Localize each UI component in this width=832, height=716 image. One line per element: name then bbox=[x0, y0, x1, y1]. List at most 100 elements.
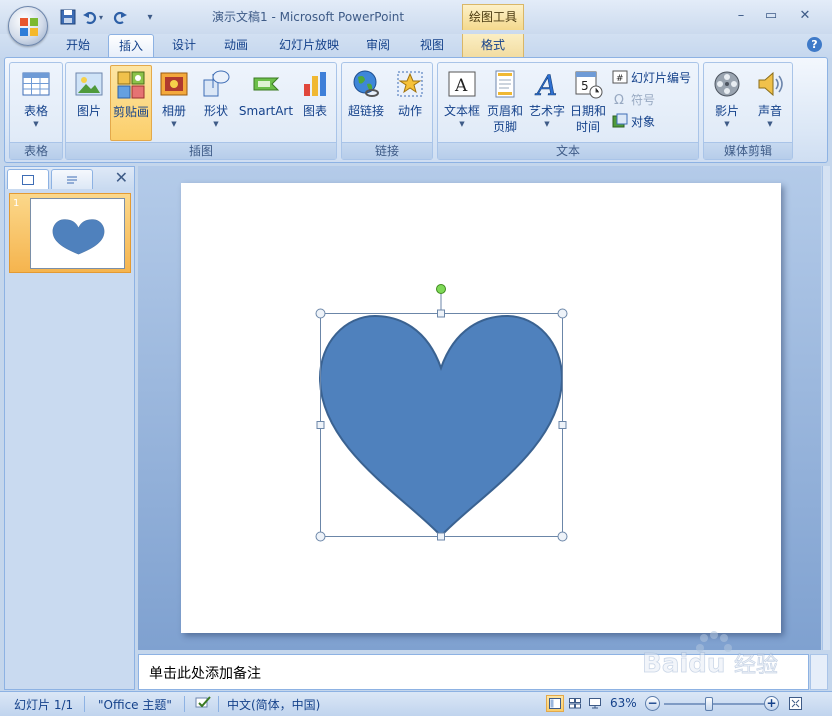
slide-svg bbox=[315, 284, 568, 542]
customize-qat-icon[interactable]: ▾ bbox=[140, 8, 160, 26]
shapes-label: 形状 bbox=[203, 104, 228, 118]
close-button[interactable]: ✕ bbox=[792, 6, 818, 26]
notes-placeholder: 单击此处添加备注 bbox=[149, 666, 261, 682]
rotation-handle[interactable] bbox=[436, 284, 446, 294]
tab-view[interactable]: 视图 bbox=[410, 34, 454, 58]
action-button[interactable]: 动作 bbox=[390, 65, 430, 141]
resize-handle-top-left[interactable] bbox=[315, 308, 326, 319]
tab-home[interactable]: 开始 bbox=[56, 34, 100, 58]
spell-check-icon[interactable] bbox=[194, 695, 212, 714]
resize-handle-right[interactable] bbox=[558, 421, 567, 429]
heart-shape[interactable] bbox=[318, 314, 564, 538]
table-button[interactable]: 表格 ▼ bbox=[14, 65, 58, 141]
language-indicator[interactable]: 中文(简体，中国) bbox=[227, 696, 320, 713]
slide-thumbnail-1[interactable]: 1 bbox=[9, 193, 131, 273]
photo-album-label: 相册 bbox=[161, 104, 186, 118]
group-illustrations: 图片 剪贴画 相册 ▼ 形状 ▼ SmartArt 图表 插图 bbox=[65, 62, 337, 160]
textbox-icon: A bbox=[448, 71, 476, 97]
zoom-in-button[interactable]: + bbox=[764, 696, 779, 711]
resize-handle-left[interactable] bbox=[316, 421, 325, 429]
status-bar: 幻灯片 1/1 "Office 主题" 中文(简体，中国) 63% − + bbox=[0, 691, 832, 716]
zoom-out-button[interactable]: − bbox=[645, 696, 660, 711]
object-button[interactable]: 对象 bbox=[612, 111, 655, 131]
resize-handle-top-right[interactable] bbox=[557, 308, 568, 319]
photo-album-dropdown-icon: ▼ bbox=[171, 120, 177, 128]
datetime-button[interactable]: 5 日期和 时间 bbox=[568, 65, 608, 141]
undo-dropdown-icon[interactable]: ▾ bbox=[96, 8, 106, 26]
ribbon: 表格 ▼ 表格 图片 剪贴画 相册 ▼ 形状 ▼ SmartArt 图表 插图 … bbox=[4, 57, 828, 163]
shapes-dropdown-icon: ▼ bbox=[213, 120, 219, 128]
zoom-level[interactable]: 63% bbox=[610, 696, 637, 710]
tab-insert[interactable]: 插入 bbox=[108, 34, 154, 58]
smartart-button[interactable]: SmartArt bbox=[238, 65, 294, 141]
maximize-button[interactable]: ▭ bbox=[758, 6, 784, 26]
vertical-scrollbar[interactable] bbox=[822, 166, 830, 650]
help-icon[interactable]: ? bbox=[807, 37, 822, 52]
notes-scrollbar[interactable] bbox=[810, 654, 828, 690]
resize-handle-bottom-right[interactable] bbox=[557, 531, 568, 542]
picture-icon bbox=[75, 72, 103, 96]
speaker-icon bbox=[758, 71, 783, 97]
drawing-tools-header: 绘图工具 bbox=[462, 4, 524, 30]
svg-text:Ω: Ω bbox=[614, 93, 624, 107]
redo-icon[interactable] bbox=[110, 8, 130, 26]
photo-album-button[interactable]: 相册 ▼ bbox=[154, 65, 194, 141]
shapes-button[interactable]: 形状 ▼ bbox=[196, 65, 236, 141]
tab-review[interactable]: 审阅 bbox=[356, 34, 400, 58]
svg-text:经验: 经验 bbox=[734, 653, 778, 678]
clipart-button[interactable]: 剪贴画 bbox=[110, 65, 152, 141]
tab-animations[interactable]: 动画 bbox=[214, 34, 258, 58]
status-divider bbox=[218, 696, 219, 712]
slide-number-button[interactable]: # 幻灯片编号 bbox=[612, 67, 691, 87]
theme-name[interactable]: "Office 主题" bbox=[98, 696, 172, 713]
movie-button[interactable]: 影片 ▼ bbox=[706, 65, 748, 141]
resize-handle-bottom[interactable] bbox=[437, 532, 445, 541]
tab-slideshow[interactable]: 幻灯片放映 bbox=[270, 34, 348, 58]
clipart-icon bbox=[117, 71, 145, 99]
symbol-label: 符号 bbox=[631, 92, 656, 107]
sound-button[interactable]: 声音 ▼ bbox=[750, 65, 790, 141]
hyperlink-button[interactable]: 超链接 bbox=[344, 65, 388, 141]
slide-canvas[interactable] bbox=[181, 183, 781, 633]
office-button[interactable] bbox=[8, 6, 48, 46]
header-footer-label-1: 页眉和 bbox=[486, 104, 523, 118]
symbol-button[interactable]: Ω 符号 bbox=[612, 89, 655, 109]
wordart-button[interactable]: A 艺术字 ▼ bbox=[526, 65, 568, 141]
save-icon[interactable] bbox=[58, 8, 78, 26]
fit-to-window-button[interactable] bbox=[786, 695, 804, 712]
normal-view-button[interactable] bbox=[546, 695, 564, 712]
slide-thumbnail-number: 1 bbox=[13, 198, 20, 209]
textbox-button[interactable]: A 文本框 ▼ bbox=[440, 65, 484, 141]
group-links: 超链接 动作 链接 bbox=[341, 62, 433, 160]
hyperlink-label: 超链接 bbox=[347, 104, 384, 118]
resize-handle-bottom-left[interactable] bbox=[315, 531, 326, 542]
action-label: 动作 bbox=[397, 104, 422, 118]
tab-design[interactable]: 设计 bbox=[162, 34, 206, 58]
slide-sorter-icon bbox=[569, 698, 581, 709]
window-title: 演示文稿1 - Microsoft PowerPoint bbox=[212, 10, 405, 24]
baidu-watermark-logo: Baidu 经验 bbox=[640, 630, 790, 688]
zoom-slider-thumb[interactable] bbox=[705, 697, 713, 711]
svg-text:A: A bbox=[454, 76, 468, 96]
table-icon bbox=[22, 72, 50, 96]
slides-pane-close-icon[interactable]: ✕ bbox=[115, 169, 128, 187]
group-label-tables: 表格 bbox=[10, 142, 62, 159]
photo-album-icon bbox=[160, 72, 188, 96]
tab-format[interactable]: 格式 bbox=[462, 34, 524, 58]
zoom-slider-track[interactable] bbox=[664, 703, 764, 705]
action-star-icon bbox=[397, 71, 423, 97]
slides-pane-tabs: ✕ bbox=[5, 167, 134, 189]
chart-button[interactable]: 图表 bbox=[296, 65, 334, 141]
header-footer-button[interactable]: 页眉和 页脚 bbox=[484, 65, 526, 141]
slideshow-view-button[interactable] bbox=[586, 695, 604, 712]
tab-slides-thumbnails[interactable] bbox=[7, 169, 49, 189]
svg-text:Baidu: Baidu bbox=[642, 649, 725, 679]
picture-button[interactable]: 图片 bbox=[70, 65, 108, 141]
omega-icon: Ω bbox=[614, 93, 624, 107]
minimize-button[interactable]: – bbox=[728, 6, 754, 26]
smartart-icon bbox=[253, 77, 280, 91]
tab-outline[interactable] bbox=[51, 169, 93, 189]
resize-handle-top[interactable] bbox=[437, 309, 445, 318]
normal-view-icon bbox=[549, 698, 561, 709]
slide-sorter-view-button[interactable] bbox=[566, 695, 584, 712]
